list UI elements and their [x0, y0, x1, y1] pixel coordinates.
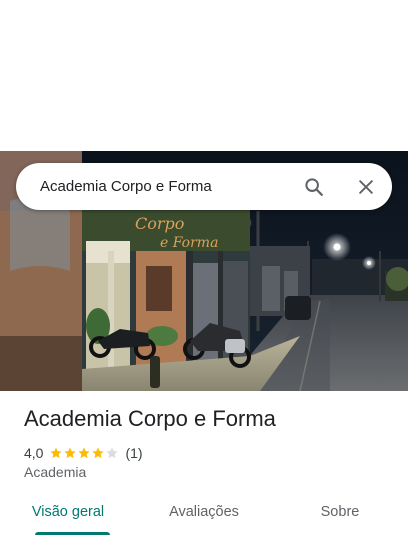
tab-about[interactable]: Sobre	[272, 493, 408, 542]
sign-text-line1: Corpo	[135, 214, 184, 233]
star-filled-icon	[50, 447, 63, 459]
place-category[interactable]: Academia	[24, 464, 86, 480]
sign-text-line2: e Forma	[160, 235, 218, 251]
clear-search-button[interactable]	[346, 167, 386, 207]
search-bar[interactable]: Academia Corpo e Forma	[16, 163, 392, 210]
tab-reviews[interactable]: Avaliações	[136, 493, 272, 542]
star-filled-icon	[78, 447, 91, 459]
search-button[interactable]	[294, 167, 334, 207]
review-count[interactable]: (1)	[125, 445, 142, 461]
star-filled-icon	[64, 447, 77, 459]
active-tab-indicator	[35, 532, 110, 535]
search-input[interactable]: Academia Corpo e Forma	[40, 178, 294, 195]
place-title: Academia Corpo e Forma	[24, 406, 276, 431]
rating-row[interactable]: 4,0 (1)	[24, 444, 143, 462]
rating-stars	[49, 446, 119, 460]
rating-value: 4,0	[24, 445, 44, 461]
star-empty-icon	[106, 447, 119, 459]
place-tabs: Visão geral Avaliações Sobre	[0, 493, 408, 542]
search-icon	[305, 177, 323, 196]
close-icon	[359, 179, 373, 194]
tab-label: Sobre	[320, 504, 360, 520]
tab-label: Visão geral	[31, 504, 105, 520]
star-filled-icon	[92, 447, 105, 459]
tab-overview[interactable]: Visão geral	[0, 493, 136, 542]
tab-label: Avaliações	[169, 504, 239, 520]
